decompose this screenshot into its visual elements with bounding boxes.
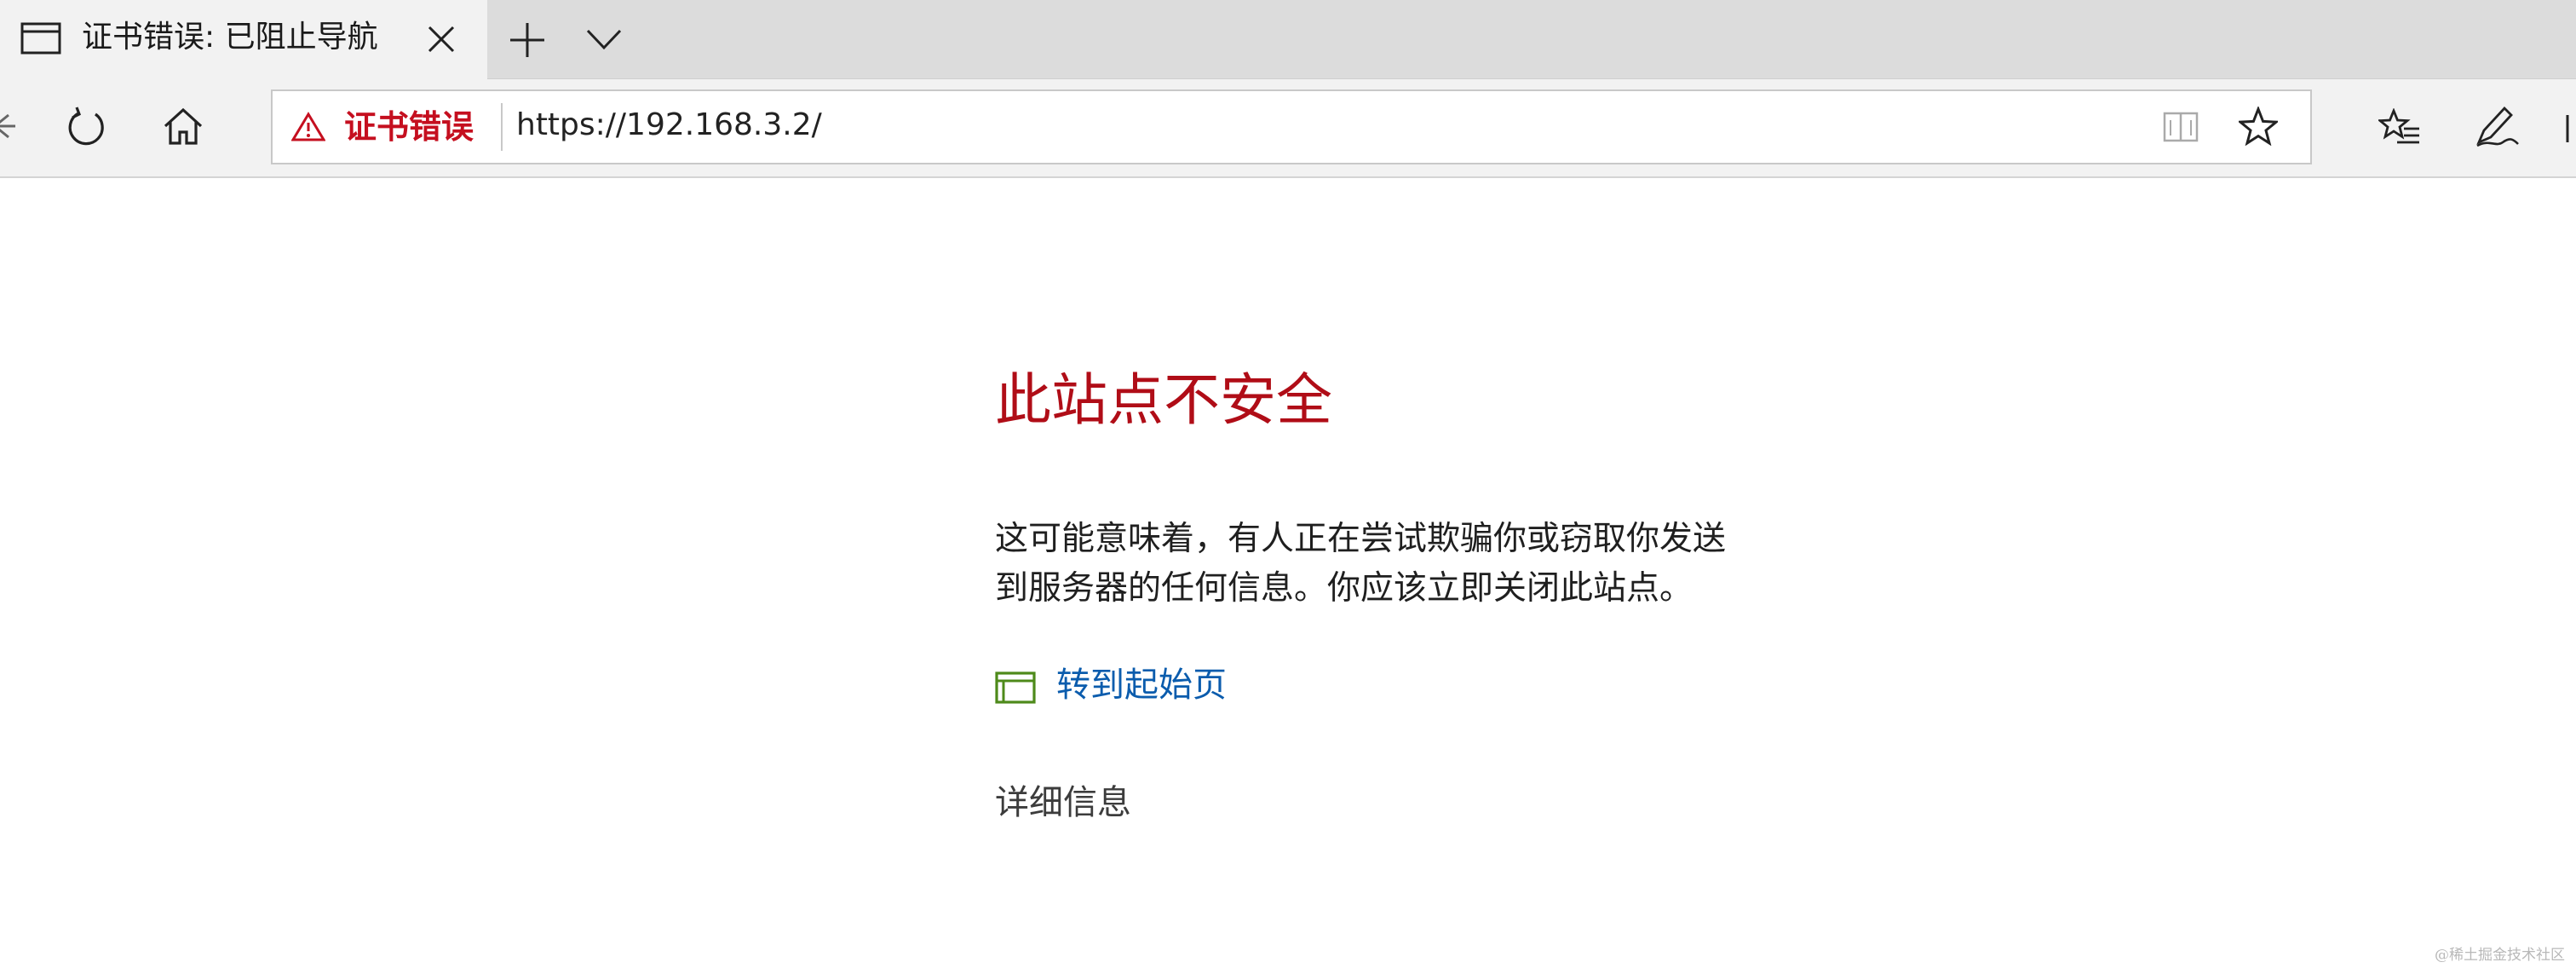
- home-icon[interactable]: [162, 106, 204, 148]
- address-bar[interactable]: 证书错误 https://192.168.3.2/: [271, 89, 2312, 164]
- navigation-bar: 证书错误 https://192.168.3.2/: [0, 79, 2576, 178]
- close-icon[interactable]: [426, 24, 457, 55]
- details-link[interactable]: 详细信息: [995, 779, 1131, 827]
- pen-icon[interactable]: [2474, 105, 2520, 149]
- refresh-icon[interactable]: [65, 106, 107, 148]
- share-icon[interactable]: [2564, 113, 2576, 144]
- error-message: 这可能意味着，有人正在尝试欺骗你或窃取你发送 到服务器的任何信息。你应该立即关闭…: [995, 515, 1847, 614]
- address-divider: [501, 103, 503, 151]
- error-message-line: 这可能意味着，有人正在尝试欺骗你或窃取你发送: [995, 520, 1727, 558]
- chevron-down-icon[interactable]: [584, 24, 624, 55]
- tab-strip: 证书错误: 已阻止导航: [0, 0, 2576, 79]
- tab-title: 证书错误: 已阻止导航: [82, 20, 378, 55]
- watermark: @稀土掘金技术社区: [2435, 947, 2565, 964]
- plus-icon[interactable]: [508, 20, 547, 60]
- certificate-error-button[interactable]: 证书错误: [273, 91, 503, 163]
- star-icon[interactable]: [2239, 107, 2278, 146]
- reading-view-icon[interactable]: [2162, 110, 2199, 144]
- error-message-line: 到服务器的任何信息。你应该立即关闭此站点。: [995, 569, 1693, 608]
- favorites-list-icon[interactable]: [2378, 108, 2421, 147]
- page-title: 此站点不安全: [995, 367, 1332, 433]
- certificate-error-label: 证书错误: [344, 108, 474, 146]
- active-tab[interactable]: 证书错误: 已阻止导航: [0, 0, 487, 79]
- page-icon: [20, 22, 61, 55]
- warning-icon: [291, 112, 325, 141]
- url-input[interactable]: https://192.168.3.2/: [516, 103, 822, 147]
- back-arrow-icon[interactable]: [0, 112, 15, 141]
- goto-start-page-label: 转到起始页: [1056, 666, 1227, 705]
- start-page-icon: [995, 671, 1036, 704]
